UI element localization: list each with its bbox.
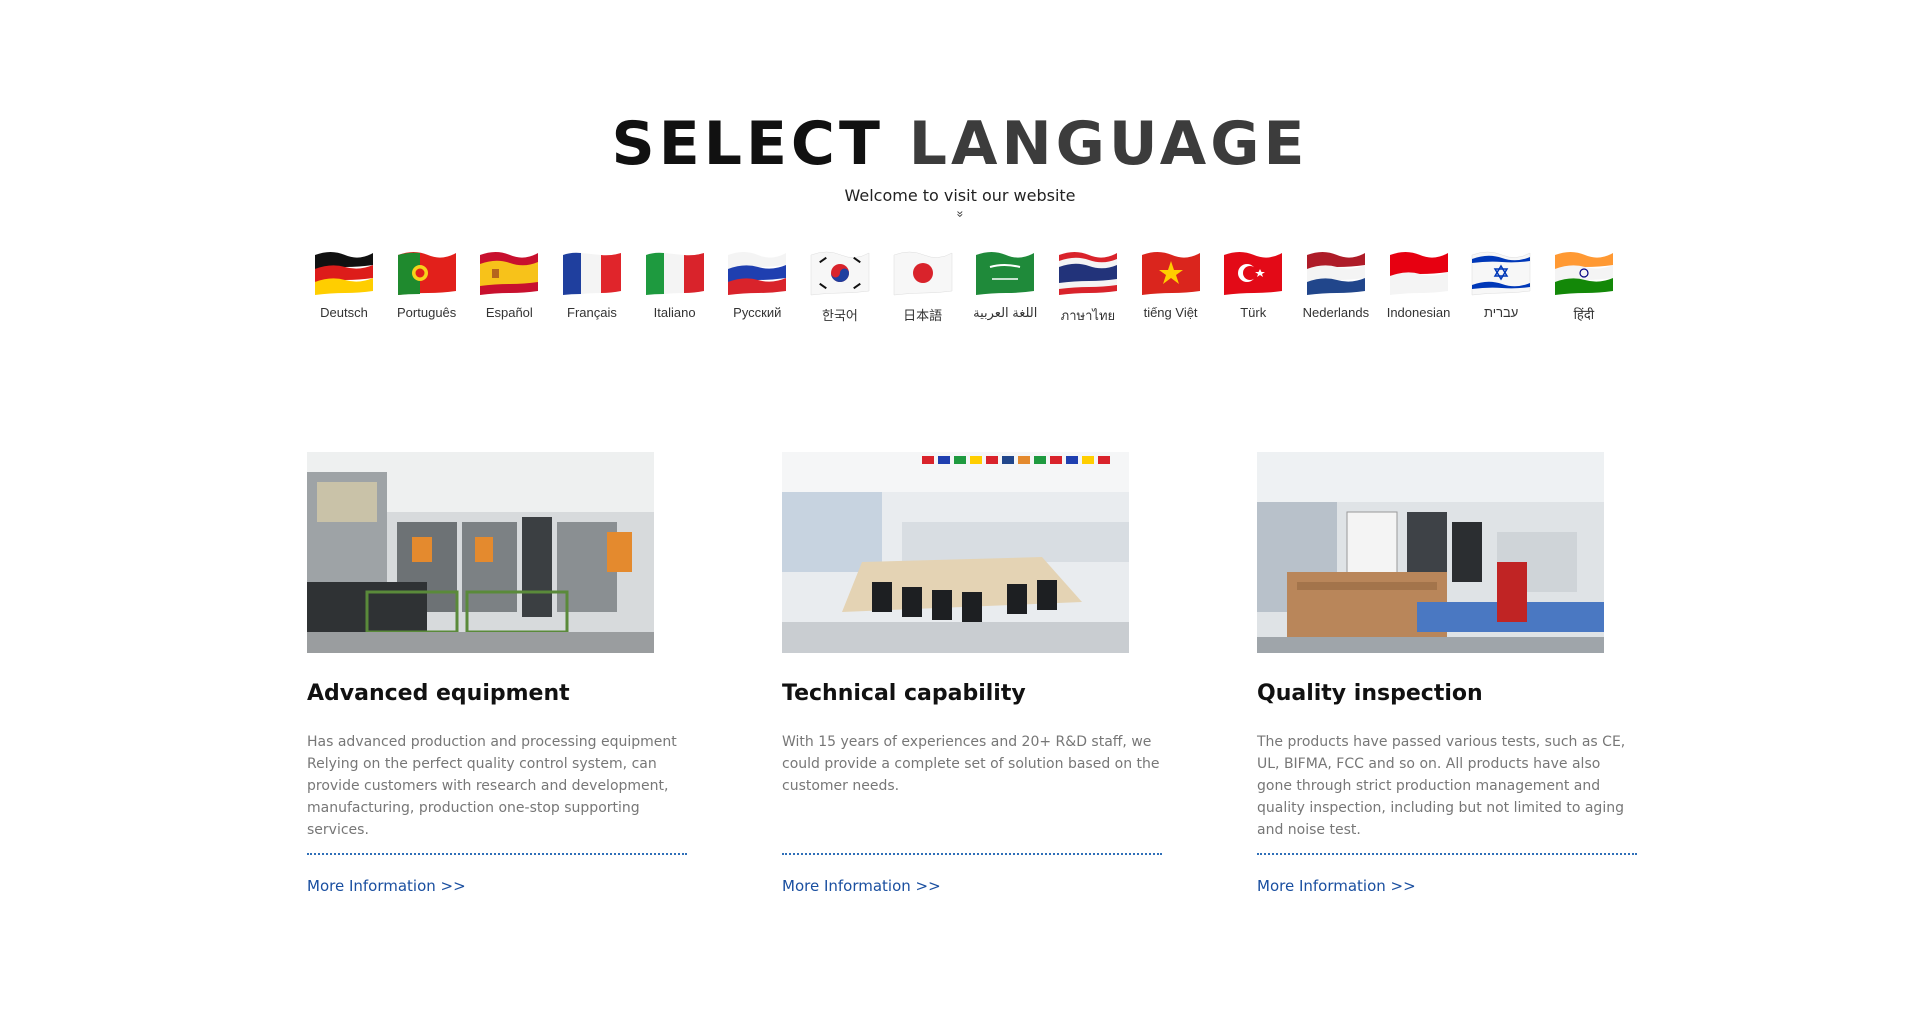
language-label: Español (485, 305, 533, 320)
feature-title: Technical capability (782, 681, 1026, 706)
language-item-hindi[interactable]: हिंदी (1544, 247, 1624, 326)
factory-machines-photo (307, 452, 654, 653)
indonesia-flag-icon (1389, 252, 1448, 295)
chevron-down-icon: » (953, 210, 967, 218)
india-flag-icon (1554, 252, 1613, 295)
language-label: اللغة العربية (973, 305, 1038, 320)
language-label: Deutsch (320, 305, 368, 320)
language-label: Français (567, 305, 617, 320)
language-label: עברית (1483, 305, 1519, 320)
language-item-japanese[interactable]: 日本語 (883, 247, 963, 326)
language-item-espanol[interactable]: Español (469, 247, 549, 326)
germany-flag-icon (315, 252, 373, 295)
language-label: Nederlands (1302, 305, 1370, 320)
feature-description: With 15 years of experiences and 20+ R&D… (782, 734, 1160, 794)
portugal-flag-icon (397, 252, 456, 295)
page: SELECT LANGUAGE Welcome to visit our web… (0, 0, 1920, 1010)
language-label: ภาษาไทย (1060, 308, 1116, 323)
production-line-photo (1257, 452, 1604, 653)
feature-card-equipment: Advanced equipment Has advanced producti… (307, 452, 687, 896)
language-item-nederlands[interactable]: Nederlands (1296, 247, 1376, 326)
israel-flag-icon (1471, 251, 1531, 296)
language-label: Português (397, 305, 457, 320)
korea-flag-icon (810, 251, 870, 296)
dotted-divider (307, 853, 687, 855)
dotted-divider (1257, 853, 1637, 855)
language-item-thai[interactable]: ภาษาไทย (1048, 247, 1128, 326)
dotted-divider (782, 853, 1162, 855)
title-word-select: SELECT (611, 109, 884, 179)
saudi-arabia-flag-icon (976, 252, 1035, 295)
language-label: हिंदी (1573, 307, 1595, 322)
netherlands-flag-icon (1306, 252, 1365, 295)
thailand-flag-icon (1058, 252, 1117, 295)
language-item-deutsch[interactable]: Deutsch (304, 247, 384, 326)
language-item-arabic[interactable]: اللغة العربية (965, 247, 1045, 326)
japan-flag-icon (893, 251, 952, 296)
language-item-vietnamese[interactable]: tiếng Việt (1131, 247, 1211, 326)
feature-title: Quality inspection (1257, 681, 1483, 706)
page-title: SELECT LANGUAGE (0, 110, 1920, 178)
office-meeting-room-photo (782, 452, 1129, 653)
language-item-indonesian[interactable]: Indonesian (1379, 247, 1459, 326)
language-item-portugues[interactable]: Português (387, 247, 467, 326)
language-item-italiano[interactable]: Italiano (635, 247, 715, 326)
language-label: tiếng Việt (1143, 305, 1198, 320)
feature-cards: Advanced equipment Has advanced producti… (307, 452, 1637, 896)
feature-card-technical: Technical capability With 15 years of ex… (782, 452, 1162, 896)
language-header: SELECT LANGUAGE Welcome to visit our web… (0, 110, 1920, 223)
title-word-language: LANGUAGE (908, 109, 1309, 179)
language-item-francais[interactable]: Français (552, 247, 632, 326)
france-flag-icon (562, 252, 621, 295)
language-label: Indonesian (1386, 305, 1451, 320)
language-flag-list: Deutsch Português Español Français Itali… (304, 247, 1624, 326)
feature-description: The products have passed various tests, … (1257, 734, 1626, 838)
feature-description: Has advanced production and processing e… (307, 734, 677, 838)
language-label: Русский (733, 305, 782, 320)
language-item-hebrew[interactable]: עברית (1461, 247, 1541, 326)
russia-flag-icon (728, 252, 787, 295)
feature-card-quality: Quality inspection The products have pas… (1257, 452, 1637, 896)
language-item-turkish[interactable]: Türk (1213, 247, 1293, 326)
language-item-russian[interactable]: Русский (717, 247, 797, 326)
turkey-flag-icon (1224, 252, 1283, 295)
language-label: Italiano (653, 305, 696, 320)
language-item-korean[interactable]: 한국어 (800, 247, 880, 326)
spain-flag-icon (480, 252, 539, 295)
more-information-link[interactable]: More Information >> (307, 877, 466, 895)
vietnam-flag-icon (1141, 252, 1200, 295)
welcome-subtitle: Welcome to visit our website (844, 186, 1076, 205)
more-information-link[interactable]: More Information >> (1257, 877, 1416, 895)
italy-flag-icon (645, 252, 704, 295)
language-label: Türk (1240, 305, 1267, 320)
feature-title: Advanced equipment (307, 681, 570, 706)
language-label: 日本語 (903, 308, 943, 323)
more-information-link[interactable]: More Information >> (782, 877, 941, 895)
language-label: 한국어 (821, 308, 858, 323)
